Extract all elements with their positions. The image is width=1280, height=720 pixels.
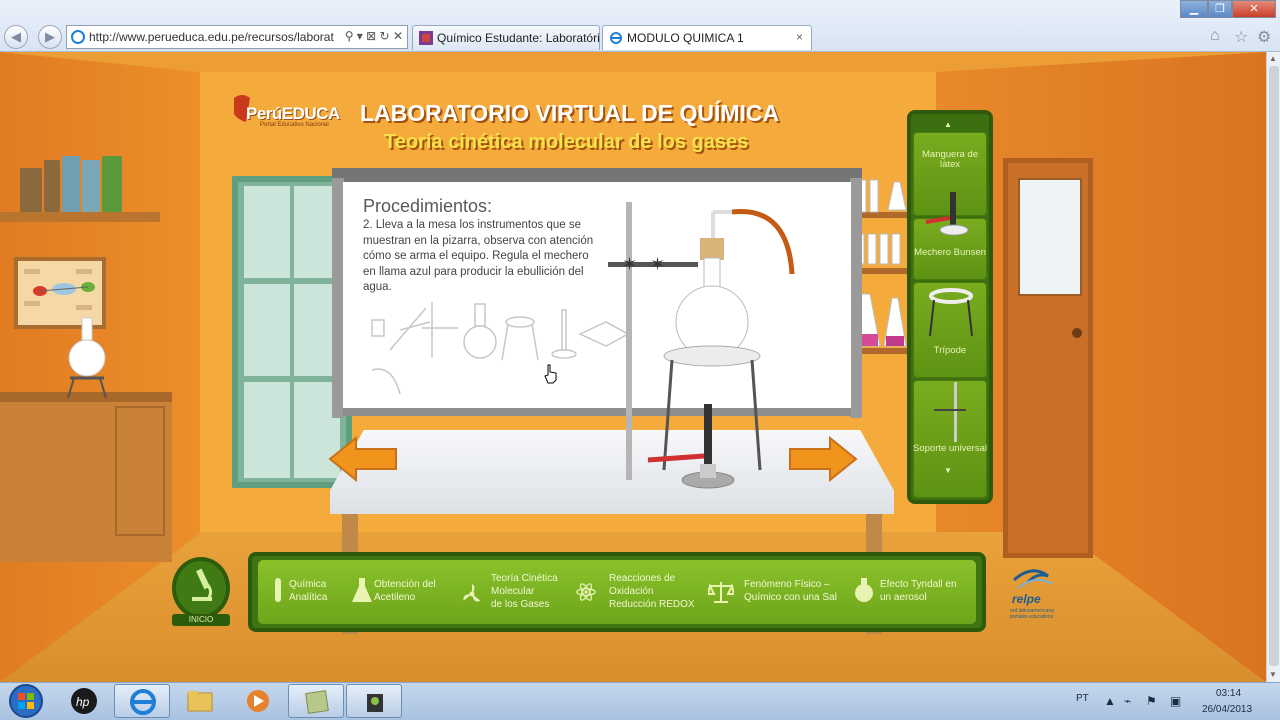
equipment-label: Soporte universal xyxy=(913,443,987,454)
hp-icon: hp xyxy=(71,688,97,714)
page-subtitle: Teoría cinética molecular de los gases xyxy=(384,131,749,153)
wall-shelf xyxy=(0,212,160,222)
balance-scale-icon xyxy=(708,582,734,603)
language-indicator[interactable]: PT xyxy=(1076,693,1089,704)
equipment-label: Trípode xyxy=(933,345,967,356)
logo-text: PerúEDUCA xyxy=(246,104,340,123)
menu-item-quimica-analitica[interactable]: Química Analítica xyxy=(289,572,327,604)
door-knob xyxy=(1072,328,1082,338)
menu-item-reacciones-redox[interactable]: Reacciones de Oxidación Reducción REDOX xyxy=(609,572,695,611)
power-icon[interactable]: ⌁ xyxy=(1124,694,1131,708)
previous-arrow-button[interactable] xyxy=(328,436,398,482)
back-button[interactable]: ◀ xyxy=(4,25,28,49)
support-stand-icon xyxy=(934,382,966,442)
taskbar-internet-explorer[interactable] xyxy=(114,684,170,718)
media-player-icon xyxy=(247,690,269,712)
folder-icon xyxy=(187,691,213,712)
document-icon xyxy=(305,690,329,714)
menu-item-efecto-tyndall[interactable]: Efecto Tyndall en un aerosol xyxy=(880,572,957,604)
assembled-apparatus[interactable]: ✶ ✶ xyxy=(600,198,810,498)
inicio-button[interactable] xyxy=(172,557,230,619)
scroll-up-arrow-icon[interactable]: ▲ xyxy=(1269,54,1277,63)
tripod-icon xyxy=(929,288,973,337)
hand-cursor-icon xyxy=(544,364,557,384)
close-window-button[interactable]: ✕ xyxy=(1232,0,1276,18)
page-scrollbar[interactable]: ▲ ▼ xyxy=(1266,52,1280,682)
propeller-icon xyxy=(463,584,481,602)
microscope-icon xyxy=(192,568,213,601)
scroll-thumb[interactable] xyxy=(1269,66,1279,666)
flash-page-icon xyxy=(419,31,433,45)
scroll-up-icon[interactable]: ▲ xyxy=(944,120,952,129)
logo-subtitle: Portal Educativo Nacional xyxy=(260,122,329,128)
bunsen-burner-icon xyxy=(925,192,969,236)
browser-chrome: ◀ ▶ http://www.perueduca.edu.pe/recursos… xyxy=(0,0,1280,52)
procedure-heading: Procedimientos: xyxy=(363,196,493,216)
ie-page-icon xyxy=(610,32,622,44)
tab-modulo-quimica[interactable]: MODULO QUIMICA 1 × xyxy=(602,25,812,50)
menu-item-fenomeno-fisico[interactable]: Fenómeno Físico – Químico con una Sal xyxy=(744,572,837,604)
book xyxy=(82,160,100,212)
equipment-label: Manguera de látex xyxy=(922,149,978,170)
svg-text:✶: ✶ xyxy=(622,254,637,274)
forward-button[interactable]: ▶ xyxy=(38,25,62,49)
clock-time[interactable]: 03:14 xyxy=(1216,688,1241,699)
tab-label: MODULO QUIMICA 1 xyxy=(627,31,744,45)
taskbar-explorer[interactable] xyxy=(172,684,228,718)
atom-icon xyxy=(576,583,596,601)
procedure-text: 2. Lleva a la mesa los instrumentos que … xyxy=(363,219,594,293)
address-bar[interactable]: http://www.perueduca.edu.pe/recursos/lab… xyxy=(66,25,408,49)
close-tab-icon[interactable]: × xyxy=(796,30,803,44)
taskbar-media-player[interactable] xyxy=(230,684,286,718)
book xyxy=(20,168,42,212)
round-flask-icon xyxy=(67,317,107,399)
scroll-down-arrow-icon[interactable]: ▼ xyxy=(1269,670,1277,679)
svg-text:✶: ✶ xyxy=(650,254,665,274)
test-tube-icon xyxy=(275,578,281,602)
show-hidden-icons-icon[interactable]: ▲ xyxy=(1104,694,1116,708)
next-arrow-button[interactable] xyxy=(788,436,858,482)
internet-explorer-icon xyxy=(130,689,156,715)
taskbar-recorder[interactable] xyxy=(346,684,402,718)
scroll-down-icon[interactable]: ▼ xyxy=(944,466,952,475)
menu-item-teoria-cinetica[interactable]: Teoría Cinética Molecular de los Gases xyxy=(491,572,558,611)
book xyxy=(44,160,60,212)
equipment-label: Mechero Bunsen xyxy=(914,247,986,258)
home-icon[interactable]: ⌂ xyxy=(1210,27,1220,45)
network-icon[interactable]: ▣ xyxy=(1170,694,1181,708)
flask-icon xyxy=(352,578,372,602)
book xyxy=(102,156,122,212)
instrument-sketches xyxy=(371,302,626,395)
menu-item-obtencion-acetileno[interactable]: Obtención del Acetileno xyxy=(374,572,436,604)
lab-scene: PerúEDUCA Portal Educativo Nacional LABO… xyxy=(0,52,1266,682)
minimize-button[interactable]: ▁ xyxy=(1180,0,1208,18)
relpe-text: relpe xyxy=(1012,592,1041,606)
tab-quimico-estudante[interactable]: Químico Estudante: Laboratóri... xyxy=(412,25,600,50)
camera-icon xyxy=(367,694,383,712)
page-title: LABORATORIO VIRTUAL DE QUÍMICA xyxy=(360,100,780,126)
ie-page-icon xyxy=(71,30,85,44)
taskbar-hp[interactable]: hp xyxy=(56,684,112,718)
address-tools[interactable]: ⚲ ▾ ⊠ ↻ ✕ xyxy=(340,29,403,43)
tab-label: Químico Estudante: Laboratóri... xyxy=(437,31,600,45)
taskbar-app[interactable] xyxy=(288,684,344,718)
clock-date[interactable]: 26/04/2013 xyxy=(1202,704,1252,715)
inicio-label: INICIO xyxy=(172,614,230,626)
round-flask-icon xyxy=(855,578,873,602)
settings-gear-icon[interactable]: ⚙ xyxy=(1257,27,1271,47)
book xyxy=(62,156,80,212)
svg-text:hp: hp xyxy=(76,695,90,709)
relpe-subtitle: red latinoamericana portales educativos xyxy=(1010,608,1054,620)
address-url: http://www.perueduca.edu.pe/recursos/lab… xyxy=(89,30,334,44)
maximize-button[interactable]: ❐ xyxy=(1208,0,1232,18)
action-center-flag-icon[interactable]: ⚑ xyxy=(1146,694,1157,708)
favorites-star-icon[interactable]: ☆ xyxy=(1234,27,1248,47)
door-window xyxy=(1018,178,1082,296)
windows-start-icon[interactable] xyxy=(4,683,48,719)
